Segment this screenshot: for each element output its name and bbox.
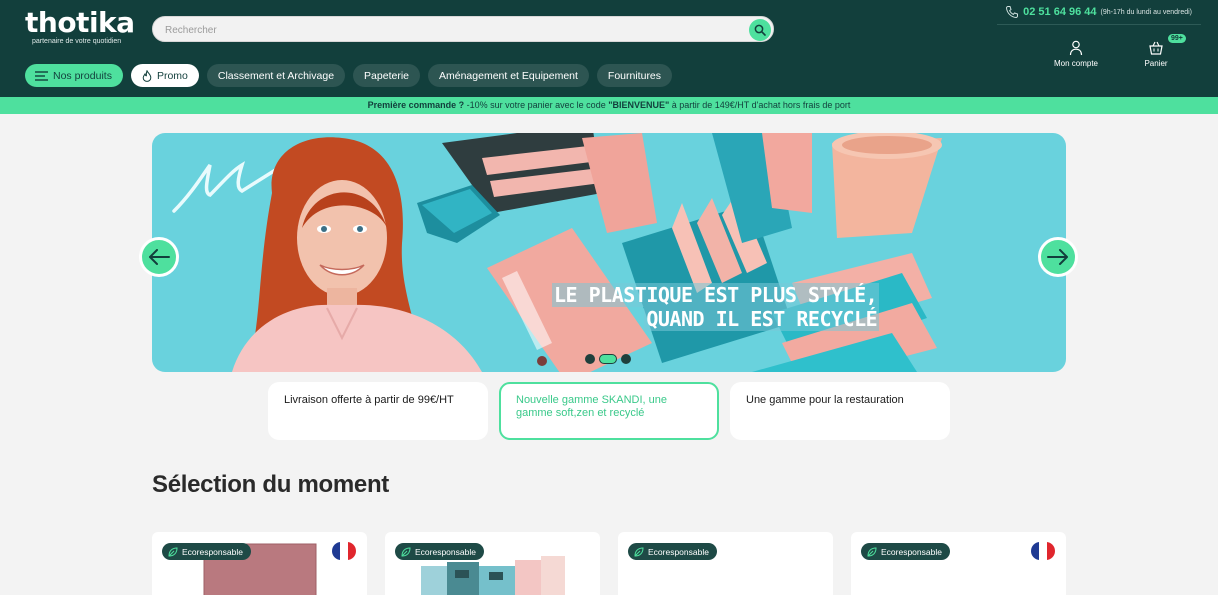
- carousel-next-button[interactable]: [1038, 237, 1078, 277]
- hero-illustration: [172, 133, 942, 372]
- nav-promo-button[interactable]: Promo: [130, 64, 199, 87]
- eco-badge: Ecoresponsable: [162, 543, 251, 560]
- info-card-delivery[interactable]: Livraison offerte à partir de 99€/HT: [268, 382, 488, 440]
- info-card-restauration[interactable]: Une gamme pour la restauration: [730, 382, 950, 440]
- leaf-icon: [867, 546, 877, 557]
- nav-item-label: Classement et Archivage: [217, 69, 335, 82]
- product-card[interactable]: Ecoresponsable: [618, 532, 833, 595]
- section-title: Sélection du moment: [152, 471, 389, 498]
- account-label: Mon compte: [1053, 59, 1099, 68]
- phone-hours: (9h-17h du lundi au vendredi): [1100, 8, 1192, 16]
- nav-item-label: Promo: [156, 69, 188, 82]
- info-card-skandi[interactable]: Nouvelle gamme SKANDI, une gamme soft,ze…: [499, 382, 719, 440]
- eco-badge-label: Ecoresponsable: [881, 546, 942, 557]
- eco-badge-label: Ecoresponsable: [182, 546, 243, 557]
- eco-badge-label: Ecoresponsable: [415, 546, 476, 557]
- hero-headline: LE PLASTIQUE EST PLUS STYLÉ, QUAND IL ES…: [552, 283, 880, 331]
- nav-products-button[interactable]: Nos produits: [25, 64, 123, 87]
- user-icon: [1069, 40, 1083, 56]
- leaf-icon: [401, 546, 411, 557]
- nav-item-papeterie[interactable]: Papeterie: [353, 64, 420, 87]
- leaf-icon: [168, 546, 178, 557]
- phone-icon: [1006, 6, 1019, 19]
- nav-item-label: Nos produits: [53, 69, 112, 82]
- arrow-left-icon: [149, 249, 170, 265]
- carousel-indicators: [585, 354, 631, 364]
- product-card[interactable]: Ecoresponsable: [152, 532, 367, 595]
- carousel-dot[interactable]: [621, 354, 631, 364]
- phone-contact[interactable]: 02 51 64 96 44 (9h-17h du lundi au vendr…: [1005, 5, 1192, 19]
- cart-label: Panier: [1144, 59, 1168, 68]
- logo[interactable]: thotika partenaire de votre quotidien: [25, 6, 135, 45]
- header-divider: [997, 24, 1201, 25]
- arrow-right-icon: [1047, 249, 1068, 265]
- eco-badge: Ecoresponsable: [861, 543, 950, 560]
- search-bar: [152, 16, 774, 42]
- cart-icon-wrap: 99+: [1148, 34, 1186, 56]
- nav-item-amenagement[interactable]: Aménagement et Equipement: [428, 64, 589, 87]
- hero-line-1: LE PLASTIQUE EST PLUS STYLÉ,: [552, 283, 880, 307]
- nav-item-label: Aménagement et Equipement: [439, 69, 578, 82]
- nav-item-label: Papeterie: [364, 69, 409, 82]
- promo-banner: Première commande ? -10% sur votre panie…: [0, 97, 1218, 114]
- hero-line-2: QUAND IL EST RECYCLÉ: [644, 307, 880, 331]
- account-button[interactable]: Mon compte: [1050, 40, 1102, 68]
- product-image: [421, 556, 565, 595]
- hero-carousel[interactable]: [152, 133, 1066, 372]
- carousel-prev-button[interactable]: [139, 237, 179, 277]
- promo-lead: Première commande ?: [367, 100, 465, 110]
- search-button[interactable]: [749, 19, 771, 41]
- card-label: Une gamme pour la restauration: [746, 394, 904, 406]
- carousel-dot-active[interactable]: [599, 354, 617, 364]
- eco-badge-label: Ecoresponsable: [648, 546, 709, 557]
- flame-icon: [142, 69, 152, 82]
- card-label: Nouvelle gamme SKANDI, une gamme soft,ze…: [516, 394, 668, 419]
- carousel-dot[interactable]: [585, 354, 595, 364]
- card-label: Livraison offerte à partir de 99€/HT: [284, 394, 454, 406]
- nav-item-fournitures[interactable]: Fournitures: [596, 64, 673, 87]
- product-card[interactable]: Ecoresponsable: [851, 532, 1066, 595]
- promo-text: -10% sur votre panier avec le code: [464, 100, 609, 110]
- phone-number: 02 51 64 96 44: [1023, 6, 1097, 18]
- cart-count-badge: 99+: [1168, 34, 1186, 43]
- nav-item-label: Fournitures: [607, 69, 662, 82]
- product-image: [203, 543, 317, 595]
- cart-button[interactable]: 99+ Panier: [1136, 34, 1186, 68]
- search-icon: [754, 24, 766, 36]
- site-header: thotika partenaire de votre quotidien 02…: [0, 0, 1218, 97]
- logo-text: thotika: [25, 6, 135, 39]
- leaf-icon: [634, 546, 644, 557]
- logo-tagline: partenaire de votre quotidien: [32, 38, 122, 45]
- main-nav: Nos produits Promo Classement et Archiva…: [25, 64, 673, 87]
- product-card[interactable]: Ecoresponsable: [385, 532, 600, 595]
- eco-badge: Ecoresponsable: [628, 543, 717, 560]
- promo-code: "BIENVENUE": [608, 100, 670, 110]
- promo-text-end: à partir de 149€/HT d'achat hors frais d…: [669, 100, 851, 110]
- basket-icon: [1149, 41, 1163, 55]
- eco-badge: Ecoresponsable: [395, 543, 484, 560]
- menu-icon: [35, 70, 48, 81]
- french-flag-icon: [1031, 542, 1055, 560]
- search-input[interactable]: [165, 21, 725, 39]
- nav-item-classement[interactable]: Classement et Archivage: [206, 64, 346, 87]
- french-flag-icon: [332, 542, 356, 560]
